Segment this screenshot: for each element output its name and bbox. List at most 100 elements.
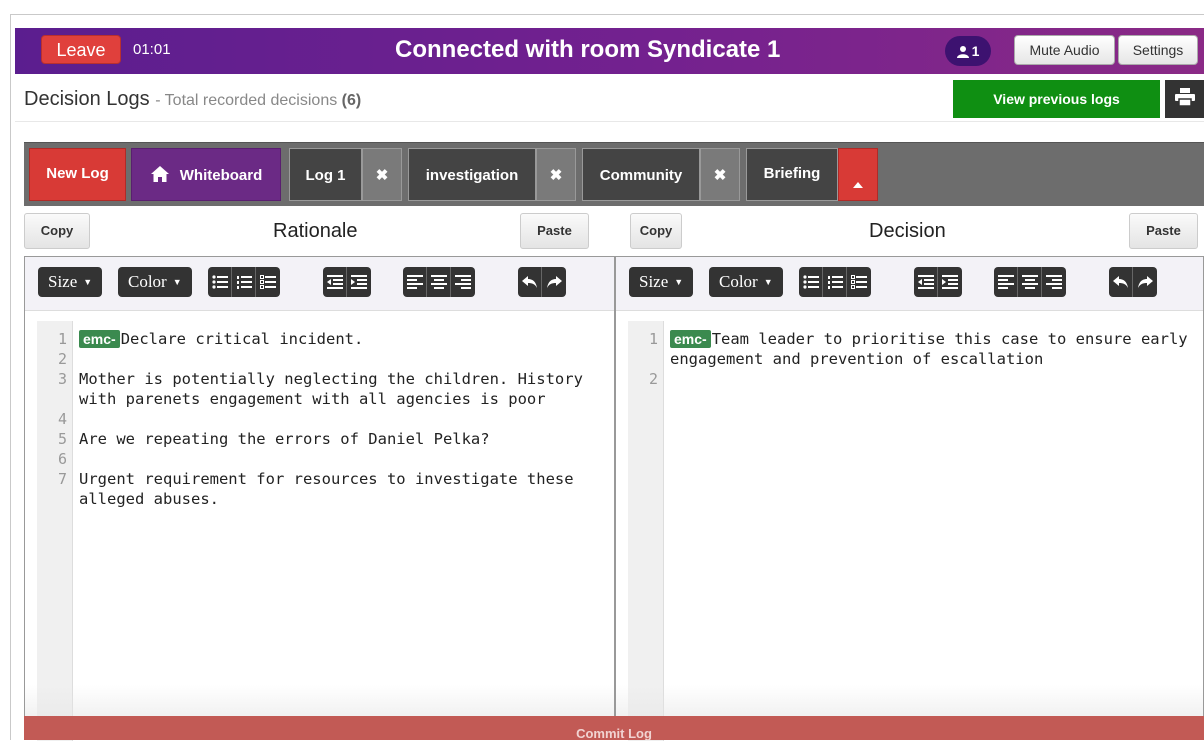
editor-line: 5 Are we repeating the errors of Daniel P… [37,429,626,449]
rationale-editor[interactable]: Size ▼ Color ▼ 1 emc- Declare critical incid… [24,256,615,741]
size-dropdown[interactable]: Size ▼ [629,267,694,297]
outdent-icon[interactable] [914,267,938,297]
log-tabs: New Log Whiteboard Log 1 ✖ investigation… [24,142,1204,206]
emc-tag: emc- [670,330,711,348]
tab-briefing[interactable]: Briefing [746,148,838,201]
decision-logs-title: Decision Logs [24,88,150,110]
tab-community[interactable]: Community [582,148,700,201]
home-icon [150,166,169,182]
close-icon: ✖ [549,167,563,184]
close-icon: ✖ [375,167,389,184]
line-number: 2 [648,370,658,388]
indent-buttons [914,267,962,297]
whiteboard-tab[interactable]: Whiteboard [131,148,281,201]
editor-line: 3 Mother is potentially neglecting the ch… [37,369,626,409]
list-buttons [208,267,280,297]
close-tab-log-1[interactable]: ✖ [362,148,402,201]
print-button[interactable] [1165,80,1204,118]
align-buttons [994,267,1066,297]
decision-paste-button[interactable]: Paste [1129,213,1198,249]
line-number: 1 [57,330,67,348]
tab-log-1[interactable]: Log 1 [289,148,362,201]
size-dropdown[interactable]: Size ▼ [38,267,103,297]
outdent-icon[interactable] [323,267,347,297]
align-left-icon[interactable] [994,267,1018,297]
align-center-icon[interactable] [427,267,451,297]
printer-icon [1174,88,1195,107]
decision-editor[interactable]: Size ▼ Color ▼ 1 emc- Team leader to priorit… [615,256,1204,741]
call-timer: 01:01 [133,41,171,58]
collapse-tab-briefing[interactable] [838,148,878,201]
leave-button[interactable]: Leave [41,35,121,64]
align-center-icon[interactable] [1018,267,1042,297]
numbered-list-icon[interactable] [232,267,256,297]
indent-icon[interactable] [938,267,962,297]
line-text: Mother is potentially neglecting the chi… [79,370,593,408]
editor-line: 6 [37,449,626,469]
decision-text[interactable]: 1 emc- Team leader to prioritise this case… [628,329,1204,389]
indent-icon[interactable] [347,267,371,297]
room-title: Connected with room Syndicate 1 [395,36,781,63]
line-number: 3 [57,370,67,388]
undo-icon[interactable] [1109,267,1133,297]
mute-audio-button[interactable]: Mute Audio [1014,35,1115,65]
line-number: 6 [57,450,67,468]
align-right-icon[interactable] [1042,267,1066,297]
line-text: Declare critical incident. [120,330,364,348]
emc-tag: emc- [79,330,120,348]
bullet-list-icon[interactable] [208,267,232,297]
decision-copy-button[interactable]: Copy [630,213,682,249]
align-right-icon[interactable] [451,267,475,297]
decision-title: Decision [869,220,946,242]
view-previous-logs-button[interactable]: View previous logs [953,80,1160,118]
close-tab-investigation[interactable]: ✖ [536,148,576,201]
tab-investigation[interactable]: investigation [408,148,536,201]
checklist-icon[interactable] [256,267,280,297]
decisions-summary: - Total recorded decisions (6) [155,92,362,109]
line-number: 4 [57,410,67,428]
rationale-paste-button[interactable]: Paste [520,213,589,249]
line-text: Are we repeating the errors of Daniel Pe… [79,430,490,448]
rationale-copy-button[interactable]: Copy [24,213,90,249]
decision-toolbar: Size ▼ Color ▼ [616,257,1203,311]
divider [15,121,1204,122]
line-text: Team leader to prioritise this case to e… [670,330,1197,368]
numbered-list-icon[interactable] [823,267,847,297]
caret-up-icon [853,182,863,188]
line-number: 1 [648,330,658,348]
line-text-wrapper: emc- Declare critical incident. [79,329,626,349]
line-number: 7 [57,470,67,488]
top-bar: Leave 01:01 Connected with room Syndicat… [15,28,1204,74]
editor-line: 7 Urgent requirement for resources to inv… [37,469,626,509]
redo-icon[interactable] [1133,267,1157,297]
commit-log-button[interactable]: Commit Log [24,716,1204,740]
line-number: 5 [57,430,67,448]
line-number: 2 [57,350,67,368]
bullet-list-icon[interactable] [799,267,823,297]
participants-count: 1 [971,43,980,59]
settings-button[interactable]: Settings [1118,35,1198,65]
new-log-tab[interactable]: New Log [29,148,126,201]
line-text-wrapper: Urgent requirement for resources to inve… [79,469,626,509]
redo-icon[interactable] [542,267,566,297]
rationale-title: Rationale [273,220,358,242]
align-left-icon[interactable] [403,267,427,297]
line-text-wrapper: Are we repeating the errors of Daniel Pe… [79,429,626,449]
undo-icon[interactable] [518,267,542,297]
align-buttons [403,267,475,297]
close-tab-community[interactable]: ✖ [700,148,740,201]
color-dropdown[interactable]: Color ▼ [709,267,783,297]
line-text-wrapper: Mother is potentially neglecting the chi… [79,369,626,409]
editor-line: 1 emc- Team leader to prioritise this case… [628,329,1204,369]
color-dropdown[interactable]: Color ▼ [118,267,192,297]
participants-badge[interactable]: 1 [945,36,991,66]
checklist-icon[interactable] [847,267,871,297]
editor-line: 2 [37,349,626,369]
rationale-text[interactable]: 1 emc- Declare critical incident. 2 3 Mother … [37,329,626,509]
decisions-count: (6) [341,92,362,109]
rationale-toolbar: Size ▼ Color ▼ [25,257,614,311]
line-text-wrapper: emc- Team leader to prioritise this case … [670,329,1204,369]
close-icon: ✖ [713,167,727,184]
indent-buttons [323,267,371,297]
history-buttons [1109,267,1157,297]
